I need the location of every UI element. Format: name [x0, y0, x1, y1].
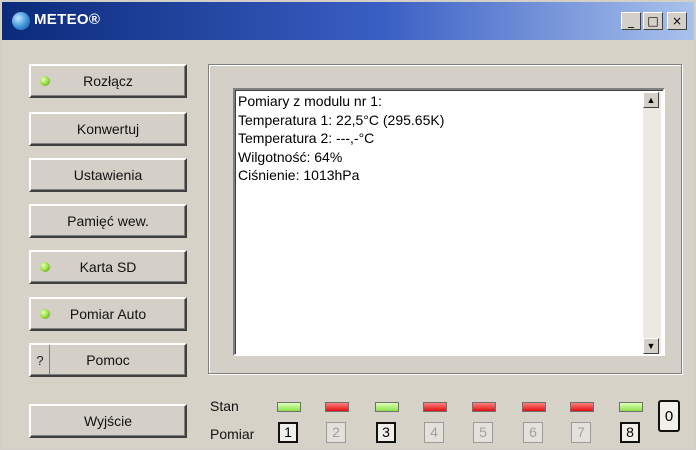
output-text: Pomiary z modulu nr 1: Temperatura 1: 22… — [238, 92, 638, 185]
exit-button[interactable]: Wyjście — [29, 404, 187, 438]
question-mark-icon: ? — [31, 345, 50, 375]
help-label: Pomoc — [86, 352, 130, 368]
connection-led-icon — [40, 76, 50, 86]
channel-box-6[interactable]: 6 — [523, 422, 543, 443]
meteo-window: METEO® _ □ × Rozłącz Konwertuj Ustawieni… — [0, 0, 696, 450]
counter-display: 0 — [658, 400, 680, 432]
internal-memory-button[interactable]: Pamięć wew. — [29, 204, 187, 238]
pomiar-label: Pomiar — [210, 426, 255, 442]
convert-label: Konwertuj — [76, 121, 140, 137]
scroll-down-icon[interactable]: ▼ — [643, 338, 659, 354]
internal-memory-label: Pamięć wew. — [67, 213, 149, 229]
title-bar[interactable]: METEO® _ □ × — [2, 2, 694, 40]
status-led-3 — [375, 402, 399, 412]
sd-card-label: Karta SD — [79, 259, 137, 275]
channel-box-8[interactable]: 8 — [620, 422, 640, 443]
auto-measure-led-icon — [40, 309, 50, 319]
channel-box-5[interactable]: 5 — [473, 422, 493, 443]
window-title: METEO® — [34, 11, 101, 28]
settings-label: Ustawienia — [73, 167, 143, 183]
channel-box-2[interactable]: 2 — [326, 422, 346, 443]
settings-button[interactable]: Ustawienia — [29, 158, 187, 192]
status-led-6 — [522, 402, 546, 412]
help-button[interactable]: ? Pomoc — [29, 343, 187, 377]
status-led-5 — [472, 402, 496, 412]
output-line: Wilgotność: 64% — [238, 148, 343, 165]
globe-icon — [12, 12, 30, 30]
disconnect-label: Rozłącz — [83, 73, 133, 89]
status-led-8 — [619, 402, 643, 412]
close-button[interactable]: × — [667, 12, 687, 30]
channel-box-7[interactable]: 7 — [571, 422, 591, 443]
channel-box-1[interactable]: 1 — [278, 422, 298, 443]
output-line: Ciśnienie: 1013hPa — [238, 167, 360, 183]
measurement-output[interactable]: Pomiary z modulu nr 1: Temperatura 1: 22… — [233, 88, 665, 356]
sd-card-button[interactable]: Karta SD — [29, 250, 187, 284]
output-line: Temperatura 2: ---,-°C — [238, 130, 375, 146]
channel-box-4[interactable]: 4 — [424, 422, 444, 443]
status-led-7 — [570, 402, 594, 412]
status-led-1 — [277, 402, 301, 412]
disconnect-button[interactable]: Rozłącz — [29, 64, 187, 98]
channel-box-3[interactable]: 3 — [376, 422, 396, 443]
scroll-up-icon[interactable]: ▲ — [643, 92, 659, 108]
stan-label: Stan — [210, 398, 239, 414]
minimize-button[interactable]: _ — [621, 12, 641, 30]
maximize-button[interactable]: □ — [643, 12, 663, 30]
status-led-2 — [325, 402, 349, 412]
status-led-4 — [423, 402, 447, 412]
vertical-scrollbar[interactable]: ▲ ▼ — [643, 92, 661, 354]
auto-measure-label: Pomiar Auto — [69, 306, 147, 322]
auto-measure-button[interactable]: Pomiar Auto — [29, 297, 187, 331]
exit-label: Wyjście — [83, 413, 133, 429]
output-line: Pomiary z modulu nr 1: — [238, 93, 382, 109]
sd-card-led-icon — [40, 262, 50, 272]
output-line: Temperatura 1: 22,5°C (295.65K) — [238, 111, 445, 128]
convert-button[interactable]: Konwertuj — [29, 112, 187, 146]
